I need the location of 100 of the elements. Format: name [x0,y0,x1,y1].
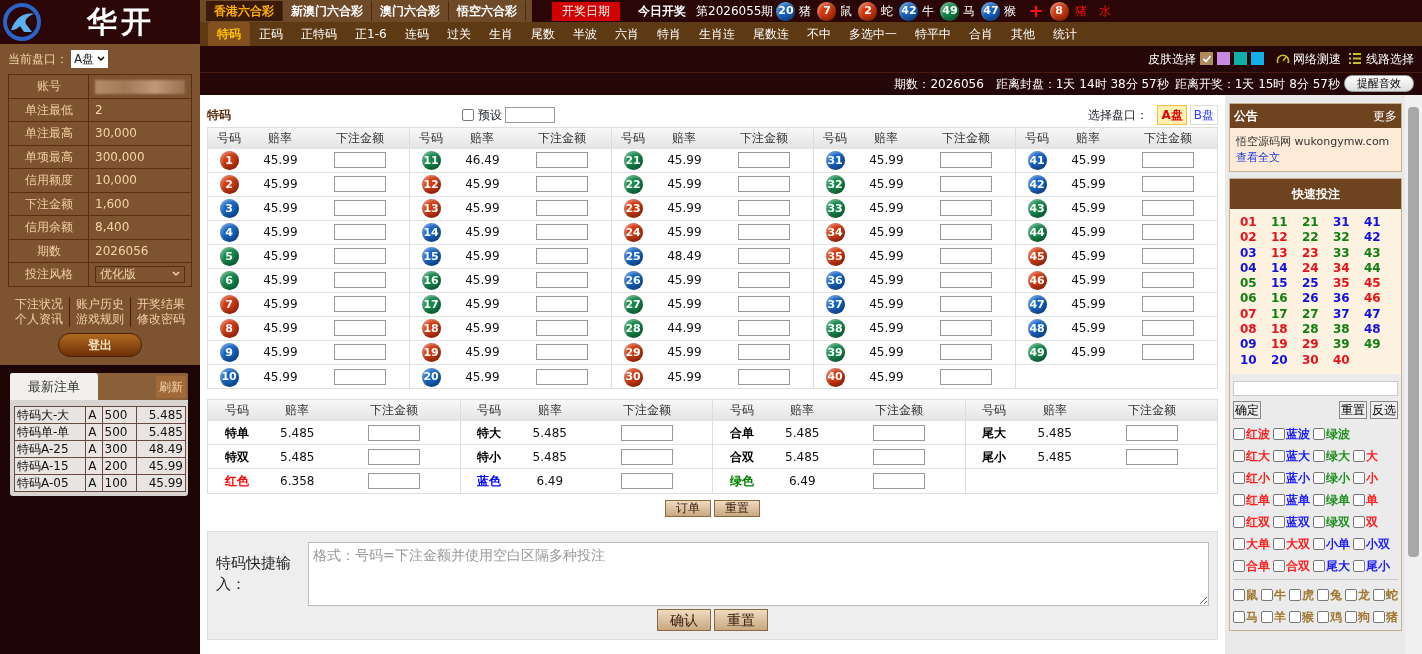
logout-button[interactable]: 登出 [58,332,142,357]
bet-amount-field[interactable] [737,224,790,241]
checkbox[interactable] [1313,427,1325,440]
bet-amount-field[interactable] [737,320,790,337]
bet-amount-field[interactable] [873,448,926,465]
quick-number[interactable]: 49 [1364,337,1395,353]
quick-number[interactable]: 47 [1364,306,1395,322]
checkbox[interactable] [1317,588,1329,601]
bet-amount-field[interactable] [333,248,386,265]
action-button[interactable]: 重置 [714,608,768,631]
checkbox[interactable] [1313,537,1325,550]
bet-amount-field[interactable] [535,368,588,385]
bet-amount-field[interactable] [333,320,386,337]
bet-amount-field[interactable] [535,272,588,289]
sound-button[interactable]: 提醒音效 [1344,75,1414,93]
checkbox[interactable] [1345,588,1357,601]
game-tab[interactable]: 不中 [797,22,840,46]
quick-number[interactable]: 38 [1333,322,1364,338]
bet-amount-field[interactable] [535,344,588,361]
checkbox[interactable] [1233,559,1245,572]
checkbox[interactable] [1233,427,1245,440]
bet-amount-field[interactable] [737,200,790,217]
quick-number[interactable]: 48 [1364,322,1395,338]
bet-amount-field[interactable] [368,448,421,465]
game-tab[interactable]: 正1-6 [346,22,396,46]
bet-amount-field[interactable] [333,272,386,289]
bet-amount-field[interactable] [535,248,588,265]
quick-number[interactable]: 30 [1302,352,1333,368]
quick-number[interactable]: 08 [1240,322,1271,338]
quick-number[interactable]: 02 [1240,230,1271,246]
checkbox[interactable] [1261,610,1273,623]
quick-number[interactable]: 25 [1302,276,1333,292]
sidebar-link[interactable]: 开奖结果 [130,296,191,312]
checkbox[interactable] [1353,493,1365,506]
quick-number[interactable]: 44 [1364,260,1395,277]
checkbox[interactable] [1353,537,1365,550]
bet-amount-field[interactable] [535,152,588,169]
bet-amount-field[interactable] [620,424,673,441]
bet-amount-field[interactable] [535,320,588,337]
bet-amount-field[interactable] [333,224,386,241]
quick-number[interactable]: 40 [1333,352,1364,368]
bet-amount-field[interactable] [333,176,386,193]
checkbox[interactable] [1233,493,1245,506]
quick-number[interactable]: 05 [1240,276,1271,292]
quick-number[interactable]: 14 [1271,260,1302,277]
quick-number[interactable]: 06 [1240,291,1271,307]
quick-number[interactable]: 39 [1333,337,1364,353]
sidebar-link[interactable]: 游戏规则 [69,311,130,327]
action-button[interactable]: 重置 [714,499,760,517]
checkbox[interactable] [1353,449,1365,462]
preset-field[interactable] [505,106,555,123]
lottery-tab[interactable]: 新澳门六合彩 [283,0,372,21]
more-link[interactable]: 更多 [1373,106,1397,125]
bet-amount-field[interactable] [535,200,588,217]
sidebar-link[interactable]: 修改密码 [130,311,191,327]
checkbox[interactable] [1353,515,1365,528]
checkbox[interactable] [1313,449,1325,462]
game-tab[interactable]: 其他 [1001,22,1044,46]
quick-number[interactable]: 01 [1240,214,1271,231]
checkbox[interactable] [1233,515,1245,528]
checkbox[interactable] [1273,493,1285,506]
bet-amount-field[interactable] [737,296,790,313]
action-button[interactable]: 订单 [665,499,711,517]
checkbox[interactable] [1373,588,1385,601]
checkbox[interactable] [1289,588,1301,601]
quick-number[interactable]: 26 [1302,291,1333,307]
bet-amount-field[interactable] [737,152,790,169]
quick-number[interactable]: 35 [1333,276,1364,292]
bet-amount-field[interactable] [1141,176,1194,193]
game-tab[interactable]: 合肖 [959,22,1002,46]
quick-number[interactable]: 10 [1240,352,1271,368]
quick-number[interactable]: 11 [1271,214,1302,231]
quick-input-field[interactable]: 格式：号码=下注金额并使用空白区隔多种投注 [308,541,1209,606]
skin-swatch[interactable] [1234,52,1247,66]
checkbox[interactable] [1233,610,1245,623]
checkbox[interactable] [1313,493,1325,506]
bet-amount-field[interactable] [939,176,992,193]
bet-amount-field[interactable] [1125,448,1178,465]
bet-amount-field[interactable] [939,320,992,337]
quick-number[interactable]: 13 [1271,245,1302,261]
scrollbar[interactable] [1405,94,1422,654]
bet-amount-field[interactable] [873,473,926,490]
bet-amount-field[interactable] [333,368,386,385]
game-tab[interactable]: 统计 [1043,22,1086,46]
bet-amount-field[interactable] [1141,200,1194,217]
bet-amount-field[interactable] [737,176,790,193]
game-tab[interactable]: 特肖 [647,22,690,46]
sidebar-link[interactable]: 账户历史 [69,296,130,312]
bet-amount-field[interactable] [535,296,588,313]
lottery-tab[interactable]: 香港六合彩 [206,0,283,21]
checkbox[interactable] [1353,559,1365,572]
bet-amount-field[interactable] [1141,320,1194,337]
bet-amount-field[interactable] [1141,224,1194,241]
quick-number[interactable]: 22 [1302,230,1333,246]
checkbox[interactable] [1273,471,1285,484]
checkbox[interactable] [1273,537,1285,550]
checkbox[interactable] [1353,471,1365,484]
plate-option[interactable]: B盘 [1189,104,1218,125]
quick-number[interactable]: 07 [1240,306,1271,322]
quick-number[interactable]: 42 [1364,230,1395,246]
